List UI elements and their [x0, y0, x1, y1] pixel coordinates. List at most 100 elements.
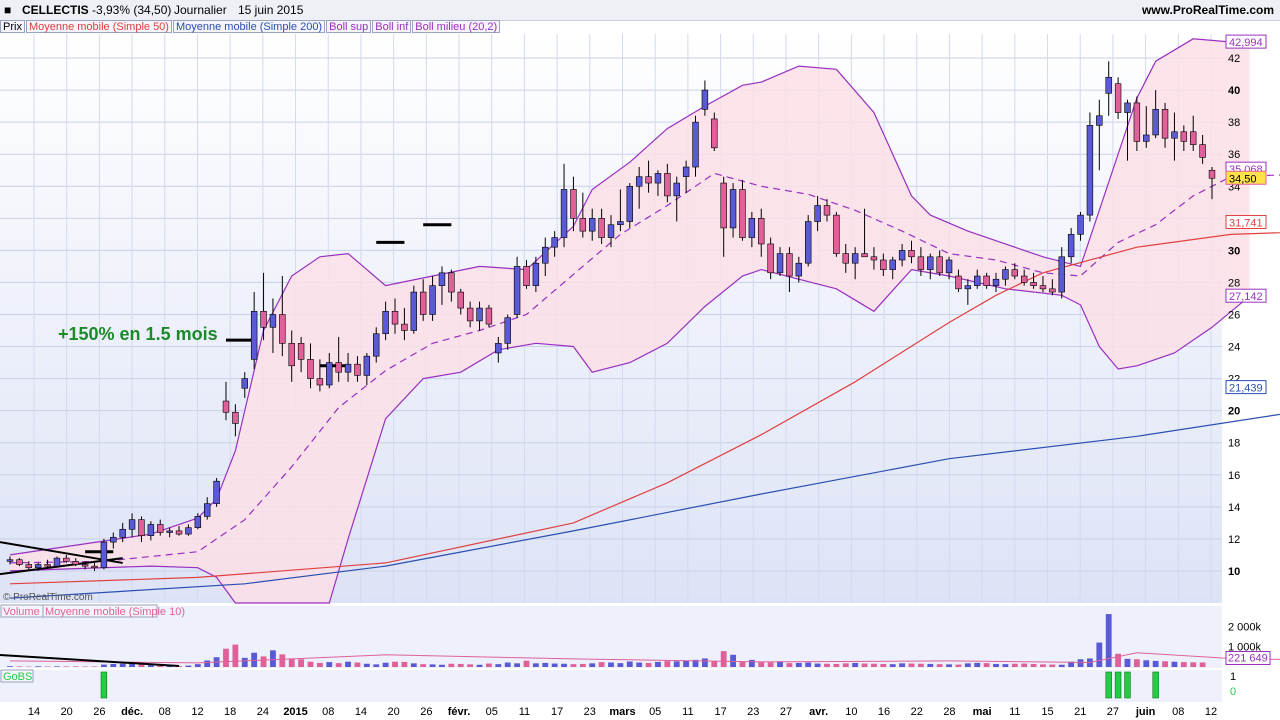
x-tick-label: 21 — [1074, 706, 1086, 718]
x-tick-label: 14 — [28, 706, 40, 718]
gobs-legend-label[interactable]: GoBS — [3, 671, 32, 683]
candle-body — [53, 557, 61, 567]
price-chart[interactable]: 1012141618202224262830323436384042 42,99… — [0, 0, 1280, 720]
candle-body — [626, 185, 633, 222]
x-tick-label: 05 — [486, 706, 498, 718]
volume-bar — [439, 664, 445, 667]
volume-bar — [35, 666, 42, 667]
candle-body — [776, 253, 784, 274]
candle-body — [908, 250, 915, 258]
volume-bar — [955, 664, 962, 667]
volume-bar — [626, 661, 633, 667]
volume-bar — [664, 661, 671, 667]
x-tick-label: 18 — [224, 706, 236, 718]
volume-bar — [307, 661, 314, 667]
candle-body — [1190, 131, 1197, 145]
candle-body — [260, 310, 267, 328]
candle-body — [1152, 109, 1159, 136]
candle-body — [466, 307, 474, 322]
volume-bar — [1077, 659, 1084, 667]
y-tick-label: 26 — [1228, 309, 1240, 321]
candle-body — [16, 559, 23, 565]
x-tick-label: 24 — [257, 706, 269, 718]
volume-bar — [551, 663, 558, 667]
gobs-signal-bar — [1152, 671, 1159, 699]
y-tick-label: 14 — [1228, 502, 1240, 514]
candle-body — [936, 256, 943, 274]
volume-bar — [1143, 660, 1150, 667]
volume-bar — [232, 644, 239, 667]
volume-bar — [608, 662, 614, 667]
x-tick-label: 12 — [1205, 706, 1217, 718]
volume-bar — [617, 663, 624, 667]
volume-bar — [410, 663, 417, 667]
volume-bar — [448, 663, 455, 667]
candle-body — [974, 275, 981, 286]
volume-bar — [251, 652, 258, 667]
volume-bar — [833, 663, 840, 667]
volume-bar — [1040, 664, 1046, 667]
candle-body — [607, 224, 615, 238]
candle-body — [110, 536, 117, 543]
candle-body — [701, 89, 709, 110]
candle-body — [438, 272, 446, 286]
volume-bar — [486, 663, 492, 667]
volume-bar — [767, 662, 774, 667]
x-tick-label: mai — [973, 706, 992, 718]
candle-body — [495, 343, 502, 354]
volume-bar — [532, 663, 539, 667]
volume-bar — [514, 663, 521, 667]
x-tick-label: mars — [609, 706, 635, 718]
candle-body — [917, 256, 925, 270]
volume-bar — [899, 663, 906, 667]
candle-body — [1030, 282, 1037, 286]
candle-body — [44, 564, 51, 567]
volume-bar — [1049, 664, 1056, 667]
candle-body — [175, 530, 183, 535]
candle-body — [232, 411, 239, 424]
y-tick-label: 18 — [1228, 438, 1240, 450]
volume-bar — [1002, 664, 1009, 667]
volume-bar — [16, 666, 23, 667]
candle-body — [410, 291, 418, 331]
volume-bar — [861, 663, 868, 667]
volume-bar — [147, 665, 154, 667]
volume-legend-label[interactable]: Volume — [3, 606, 40, 618]
candle-body — [203, 503, 211, 517]
candle-body — [279, 314, 286, 344]
candle-body — [889, 259, 896, 270]
x-tick-label: 20 — [388, 706, 400, 718]
candle-body — [1161, 109, 1169, 139]
candle-body — [739, 189, 746, 238]
volume-bar — [748, 659, 755, 667]
volume-sma-legend-label[interactable]: Moyenne mobile (Simple 10) — [45, 606, 185, 618]
volume-bar — [964, 663, 971, 667]
candle-body — [1039, 285, 1047, 290]
volume-bar — [720, 651, 727, 667]
y-tick-label: 30 — [1228, 245, 1240, 257]
candle-body — [194, 516, 202, 528]
volume-bar — [1021, 663, 1028, 667]
candle-body — [870, 256, 878, 261]
volume-bar — [589, 663, 596, 667]
volume-bar — [636, 662, 643, 667]
candle-body — [927, 256, 934, 270]
y-tick-label: 28 — [1228, 277, 1240, 289]
candle-body — [269, 314, 277, 328]
volume-bar — [983, 663, 990, 667]
volume-bar — [936, 664, 943, 667]
gobs-pane — [0, 670, 1222, 702]
x-tick-label: 08 — [322, 706, 334, 718]
volume-bar — [204, 660, 211, 667]
price-label: 31,741 — [1229, 217, 1263, 229]
candle-body — [767, 243, 774, 274]
x-tick-label: 26 — [93, 706, 105, 718]
volume-bar — [1152, 660, 1159, 667]
candle-body — [692, 121, 699, 168]
volume-bar — [786, 663, 793, 667]
candle-body — [373, 333, 380, 357]
x-tick-label: 23 — [747, 706, 759, 718]
volume-bar — [72, 666, 79, 667]
candle-body — [344, 363, 352, 373]
x-tick-label: 12 — [191, 706, 203, 718]
